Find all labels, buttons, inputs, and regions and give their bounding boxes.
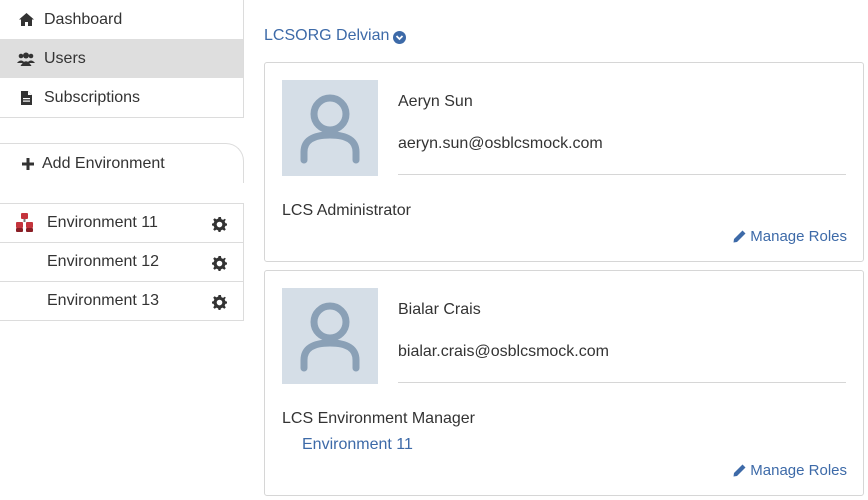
environment-label: Environment 11 xyxy=(47,214,158,231)
home-icon xyxy=(17,12,35,28)
user-email: aeryn.sun@osblcsmock.com xyxy=(398,135,603,152)
environment-item[interactable]: Environment 12 xyxy=(0,243,244,282)
avatar xyxy=(282,80,378,176)
sidebar: Dashboard Users Subscriptions Add Enviro… xyxy=(0,0,244,321)
pencil-icon xyxy=(733,230,746,243)
add-environment-label: Add Environment xyxy=(42,154,165,172)
org-label: LCSORG Delvian xyxy=(264,27,390,44)
role-environment-link[interactable]: Environment 11 xyxy=(302,436,413,454)
environment-label: Environment 12 xyxy=(47,253,160,270)
nav-item-label: Subscriptions xyxy=(44,88,141,106)
manage-roles-link[interactable]: Manage Roles xyxy=(733,462,847,479)
add-environment-button[interactable]: Add Environment xyxy=(0,143,244,183)
nav-item-subscriptions[interactable]: Subscriptions xyxy=(0,78,243,117)
org-selector[interactable]: LCSORG Delvian xyxy=(264,27,407,45)
divider xyxy=(398,174,846,175)
gear-icon[interactable] xyxy=(212,256,227,271)
nav-item-label: Dashboard xyxy=(44,10,123,28)
nav-item-label: Users xyxy=(44,49,86,67)
environment-list: Environment 11 Environment 12 Environmen… xyxy=(0,203,244,321)
pencil-icon xyxy=(733,464,746,477)
nav-item-users[interactable]: Users xyxy=(0,39,243,78)
environment-icon xyxy=(15,213,37,233)
manage-roles-label: Manage Roles xyxy=(750,462,847,479)
document-icon xyxy=(17,90,35,106)
users-icon xyxy=(17,51,35,67)
main-nav: Dashboard Users Subscriptions xyxy=(0,0,244,118)
user-email: bialar.crais@osblcsmock.com xyxy=(398,343,609,360)
nav-item-dashboard[interactable]: Dashboard xyxy=(0,0,243,39)
environment-item[interactable]: Environment 13 xyxy=(0,282,244,321)
environment-label: Environment 13 xyxy=(47,292,160,309)
user-card: Aeryn Sun aeryn.sun@osblcsmock.com LCS A… xyxy=(264,62,864,262)
environment-item[interactable]: Environment 11 xyxy=(0,204,244,243)
gear-icon[interactable] xyxy=(212,295,227,310)
user-card: Bialar Crais bialar.crais@osblcsmock.com… xyxy=(264,270,864,496)
user-role: LCS Administrator xyxy=(282,202,411,219)
plus-icon xyxy=(22,156,34,172)
divider xyxy=(398,382,846,383)
user-name: Bialar Crais xyxy=(398,301,481,318)
manage-roles-link[interactable]: Manage Roles xyxy=(733,228,847,245)
user-silhouette-icon xyxy=(300,302,360,372)
user-name: Aeryn Sun xyxy=(398,93,473,110)
user-role: LCS Environment Manager xyxy=(282,410,475,427)
chevron-down-circle-icon xyxy=(393,30,407,44)
manage-roles-label: Manage Roles xyxy=(750,228,847,245)
user-silhouette-icon xyxy=(300,94,360,164)
avatar xyxy=(282,288,378,384)
gear-icon[interactable] xyxy=(212,217,227,232)
